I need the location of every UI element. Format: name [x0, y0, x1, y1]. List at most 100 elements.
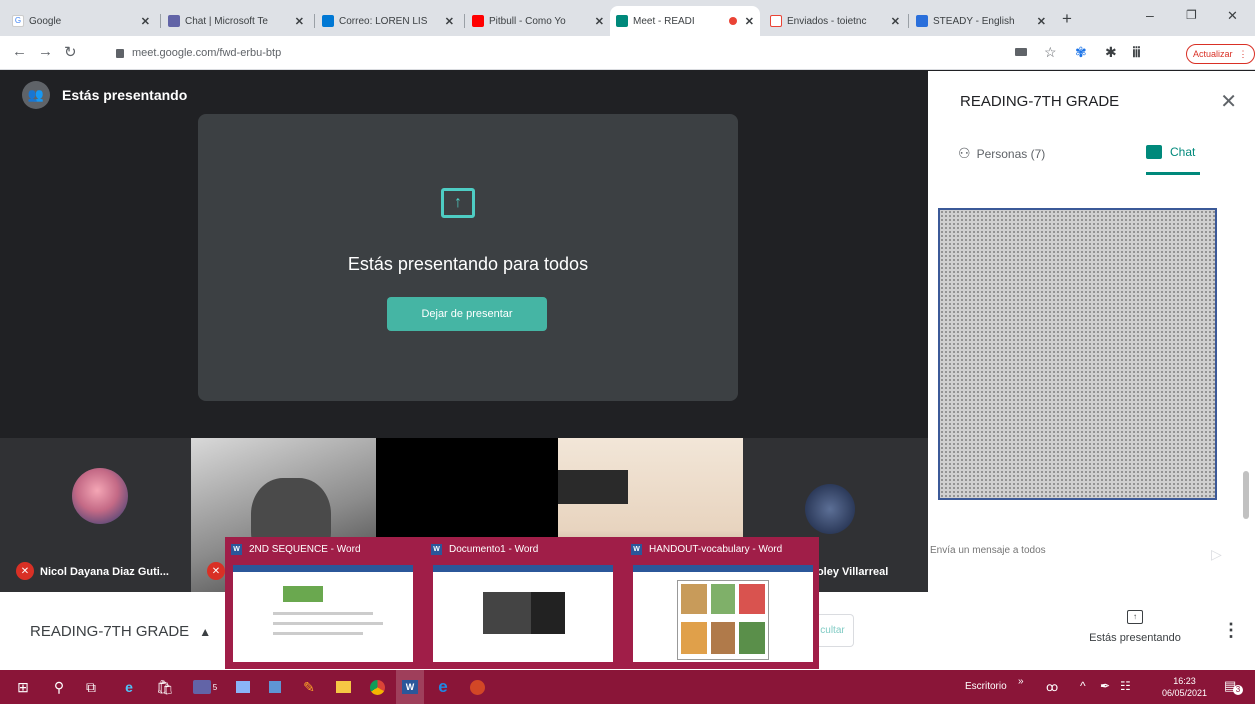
thumbnail-line [273, 632, 363, 635]
reload-button[interactable]: ↻ [64, 43, 77, 61]
network-icon[interactable]: ☷ [1120, 679, 1131, 693]
close-icon[interactable]: ✕ [1220, 89, 1237, 114]
pen-icon[interactable]: ✒ [1100, 679, 1110, 693]
minimize-button[interactable]: – [1146, 7, 1154, 23]
badge-count: 5 [212, 682, 218, 692]
restore-button[interactable]: ❐ [1186, 8, 1197, 22]
media-player-icon[interactable] [264, 678, 286, 696]
thumbnail-graphic [739, 584, 765, 614]
extensions-puzzle-icon[interactable]: ✱ [1105, 44, 1117, 61]
stop-presenting-button[interactable]: Dejar de presentar [387, 297, 547, 331]
mic-off-icon: ✕ [207, 562, 225, 580]
tab-label: STEADY - English [933, 15, 1015, 27]
tab-meet[interactable]: Meet - READI ✕ [610, 6, 760, 36]
camera-indicator-icon[interactable] [1015, 48, 1027, 56]
chevron-right-icon[interactable]: » [1018, 676, 1024, 687]
more-options-button[interactable]: ⋮ [1222, 620, 1240, 641]
chevron-up-icon[interactable]: ^ [1080, 679, 1086, 693]
store-icon[interactable]: 🛍 [154, 678, 176, 696]
star-icon[interactable]: ☆ [1044, 44, 1057, 61]
more-vert-icon: ⋮ [1238, 48, 1248, 59]
close-icon[interactable]: ✕ [141, 15, 150, 28]
present-label: Estás presentando [1089, 632, 1181, 644]
teams-taskbar-icon[interactable]: 5 [190, 678, 220, 696]
tab-youtube[interactable]: Pitbull - Como Yo ✕ [466, 6, 610, 36]
chrome-icon[interactable] [366, 678, 388, 696]
preview-title: HANDOUT-vocabulary - Word [649, 544, 783, 555]
edge-icon[interactable]: e [432, 677, 454, 696]
preview-title: 2ND SEQUENCE - Word [249, 544, 361, 555]
close-icon[interactable]: ✕ [295, 15, 304, 28]
youtube-icon [472, 15, 484, 27]
present-now-button[interactable]: ↑ Estás presentando [1082, 610, 1188, 644]
tab-chat[interactable]: Chat [1146, 145, 1195, 159]
profile-icon[interactable]: ⅲ [1132, 44, 1141, 61]
close-icon[interactable]: ✕ [445, 15, 454, 28]
participant-tile[interactable]: ✕ Nicol Dayana Diaz Guti... [0, 438, 191, 592]
edge-legacy-icon[interactable]: e [118, 678, 140, 696]
close-icon[interactable]: ✕ [891, 15, 900, 28]
tab-label: Correo: LOREN LIS [339, 15, 428, 27]
tab-google[interactable]: G Google ✕ [6, 6, 156, 36]
send-icon[interactable]: ▷ [1211, 546, 1222, 563]
task-view-icon[interactable]: ⧉ [82, 678, 100, 696]
address-bar-row: ← → ↻ meet.google.com/fwd-erbu-btp ☆ ✾ ✱… [0, 36, 1255, 70]
video-figure [558, 470, 628, 504]
new-tab-button[interactable]: + [1062, 9, 1072, 29]
close-icon[interactable]: ✕ [595, 15, 604, 28]
thumbnail-graphic [283, 586, 323, 602]
tab-label: Google [29, 15, 62, 27]
window-preview[interactable]: W HANDOUT-vocabulary - Word [625, 537, 815, 669]
thumbnail-graphic [483, 592, 531, 634]
word-taskbar-icon[interactable]: W [396, 670, 424, 704]
notification-icon[interactable]: ▤ 3 [1224, 678, 1243, 696]
people-icon[interactable]: ꝏ [1046, 680, 1058, 694]
participant-name: Nicol Dayana Diaz Guti... [40, 566, 169, 578]
tab-outlook[interactable]: Correo: LOREN LIS ✕ [316, 6, 460, 36]
system-clock[interactable]: 16:23 06/05/2021 [1162, 675, 1207, 699]
thumbnail-line [273, 622, 383, 625]
people-icon: ⚇ [958, 145, 971, 161]
tab-label: Chat [1170, 145, 1196, 159]
scrollbar[interactable] [1243, 471, 1249, 519]
meet-icon [616, 15, 628, 27]
window-preview[interactable]: W 2ND SEQUENCE - Word [225, 537, 415, 669]
paint-icon[interactable]: ✎ [298, 678, 320, 696]
powerpoint-icon[interactable] [466, 678, 488, 696]
meeting-name: READING-7TH GRADE [30, 623, 190, 640]
tab-teams[interactable]: Chat | Microsoft Te ✕ [162, 6, 310, 36]
window-close-button[interactable]: ✕ [1227, 8, 1238, 24]
clock-time: 16:23 [1173, 676, 1196, 686]
forward-button[interactable]: → [38, 43, 53, 60]
extension-icon[interactable]: ✾ [1075, 44, 1087, 61]
desktop-toolbar-label[interactable]: Escritorio [965, 681, 1007, 692]
active-tab-indicator [1146, 172, 1200, 175]
presenting-banner: 👥 Estás presentando [22, 81, 187, 109]
present-screen-icon: ↑ [441, 188, 475, 218]
window-preview[interactable]: W Documento1 - Word [425, 537, 615, 669]
thumbnail-line [273, 612, 373, 615]
back-button[interactable]: ← [12, 43, 27, 60]
tab-gmail[interactable]: Enviados - toietnc ✕ [764, 6, 906, 36]
word-icon: W [431, 544, 442, 555]
tab-label: Chat | Microsoft Te [185, 15, 268, 27]
avatar [805, 484, 855, 534]
preview-thumbnail [433, 565, 613, 662]
close-icon[interactable]: ✕ [745, 15, 754, 28]
close-icon[interactable]: ✕ [1037, 15, 1046, 28]
tab-separator [908, 14, 909, 28]
clock-date: 06/05/2021 [1162, 688, 1208, 698]
tab-label: Personas (7) [976, 146, 1046, 161]
photos-icon[interactable] [232, 678, 254, 696]
meeting-details-toggle[interactable]: READING-7TH GRADE ▲ [30, 623, 211, 640]
thumbnail-graphic [739, 622, 765, 654]
tab-steady[interactable]: STEADY - English ✕ [910, 6, 1052, 36]
update-button[interactable]: Actualizar ⋮ [1186, 44, 1255, 64]
tab-people[interactable]: ⚇ Personas (7) [958, 145, 1045, 162]
chat-message-input[interactable] [930, 545, 1150, 556]
search-icon[interactable]: ⚲ [50, 678, 68, 696]
windows-start-icon[interactable]: ⊞ [14, 678, 32, 696]
mic-off-icon: ✕ [16, 562, 34, 580]
file-explorer-icon[interactable] [332, 678, 354, 696]
taskbar-preview-popup: W 2ND SEQUENCE - Word W Documento1 - Word … [225, 537, 819, 669]
